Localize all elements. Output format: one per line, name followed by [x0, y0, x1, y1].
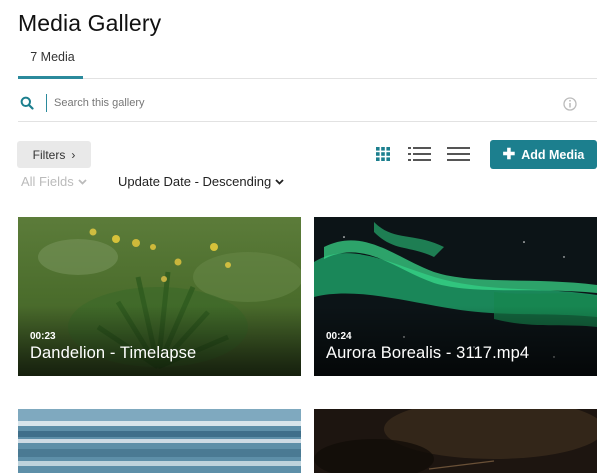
- media-card[interactable]: 00:23 Dandelion - Timelapse: [18, 217, 301, 376]
- chevron-down-icon: [78, 178, 87, 185]
- sort-dropdown-label: Update Date - Descending: [118, 174, 272, 189]
- info-icon[interactable]: [563, 97, 577, 111]
- detailed-list-view-icon: [407, 147, 431, 161]
- tab-bar: 7 Media: [18, 40, 597, 79]
- thumbnail-overlay: [18, 306, 301, 376]
- chevron-down-icon: [275, 178, 284, 185]
- media-title[interactable]: Dandelion - Timelapse: [30, 344, 196, 363]
- media-thumbnail: [314, 409, 597, 473]
- filters-label: Filters: [32, 147, 66, 162]
- fields-dropdown-label: All Fields: [21, 174, 74, 189]
- sort-dropdown[interactable]: Update Date - Descending: [118, 174, 284, 189]
- search-input[interactable]: [54, 93, 534, 113]
- search-cursor: [46, 94, 47, 112]
- media-duration: 00:24: [326, 331, 352, 342]
- fields-dropdown[interactable]: All Fields: [21, 174, 87, 189]
- chevron-right-icon: ›: [71, 147, 76, 162]
- media-duration: 00:23: [30, 331, 56, 342]
- media-thumbnail: [18, 409, 301, 473]
- tab-media-label: 7 Media: [30, 50, 75, 64]
- thumbnail-overlay: [314, 306, 597, 376]
- tab-media[interactable]: 7 Media: [18, 50, 83, 79]
- media-title[interactable]: Aurora Borealis - 3117.mp4: [326, 344, 529, 363]
- grid-view-icon: [376, 147, 390, 161]
- detailed-list-view-button[interactable]: [406, 144, 432, 164]
- plus-icon: ✚: [502, 146, 516, 163]
- compact-list-view-icon: [446, 147, 470, 161]
- media-card[interactable]: [314, 409, 597, 473]
- add-media-label: Add Media: [521, 147, 585, 162]
- media-card[interactable]: 00:24 Aurora Borealis - 3117.mp4: [314, 217, 597, 376]
- filters-button[interactable]: Filters ›: [17, 141, 91, 168]
- page-title: Media Gallery: [18, 10, 162, 36]
- grid-view-button[interactable]: [374, 144, 392, 164]
- add-media-button[interactable]: ✚ Add Media: [490, 140, 597, 169]
- search-icon[interactable]: [20, 96, 34, 110]
- media-card[interactable]: [18, 409, 301, 473]
- compact-list-view-button[interactable]: [445, 144, 471, 164]
- search-bar: [18, 86, 597, 122]
